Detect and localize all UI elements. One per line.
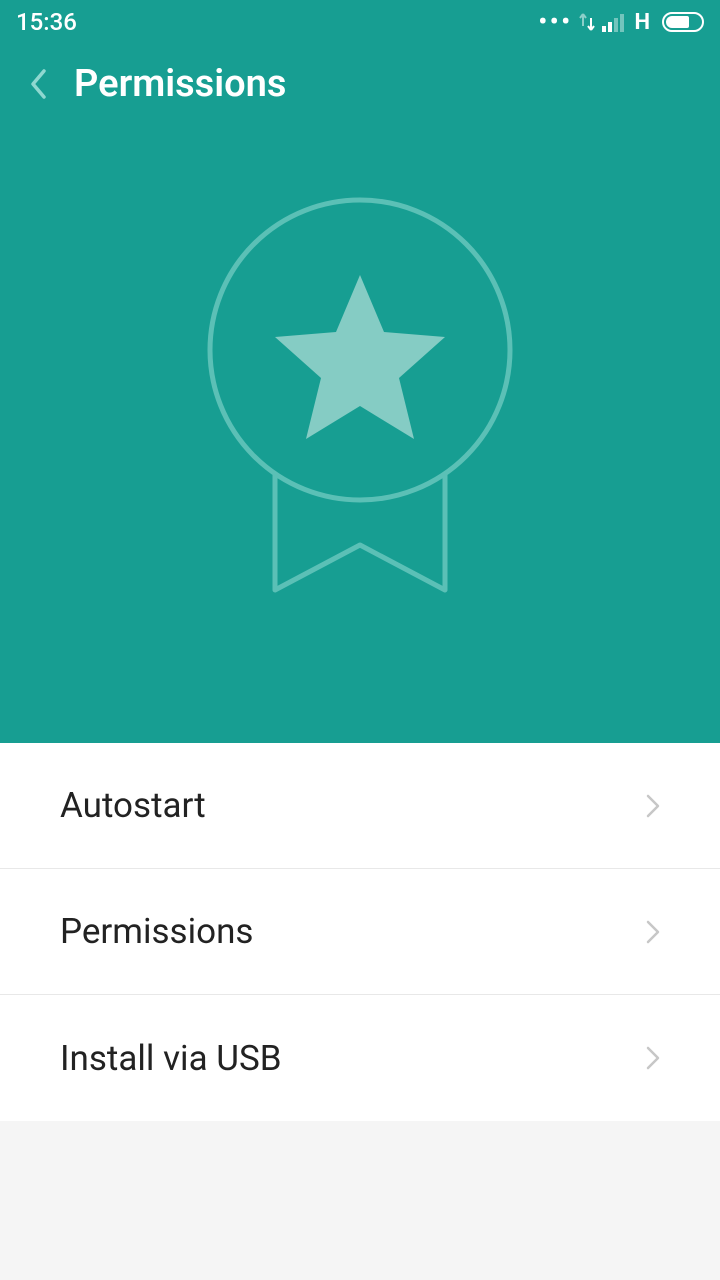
badge-illustration (200, 195, 520, 615)
more-icon: ••• (538, 8, 572, 36)
data-icon (578, 12, 596, 32)
signal-icon (602, 12, 624, 32)
chevron-right-icon (646, 794, 660, 818)
back-button[interactable] (28, 67, 48, 101)
list-item-label: Autostart (60, 785, 206, 826)
list-item-label: Install via USB (60, 1038, 282, 1079)
list-item-permissions[interactable]: Permissions (0, 869, 720, 995)
header-section: 15:36 ••• H Permissions (0, 0, 720, 743)
chevron-left-icon (29, 68, 47, 100)
chevron-right-icon (646, 1046, 660, 1070)
list-item-install-usb[interactable]: Install via USB (0, 995, 720, 1121)
page-title: Permissions (74, 62, 286, 106)
status-bar: 15:36 ••• H (0, 0, 720, 44)
battery-icon (662, 12, 704, 32)
chevron-right-icon (646, 920, 660, 944)
content-section: Autostart Permissions Install via USB (0, 743, 720, 1121)
list-item-label: Permissions (60, 911, 253, 952)
list-item-autostart[interactable]: Autostart (0, 743, 720, 869)
status-icons: ••• H (538, 8, 704, 36)
network-type-label: H (634, 10, 650, 35)
status-time: 15:36 (16, 8, 77, 36)
nav-bar: Permissions (0, 44, 720, 124)
